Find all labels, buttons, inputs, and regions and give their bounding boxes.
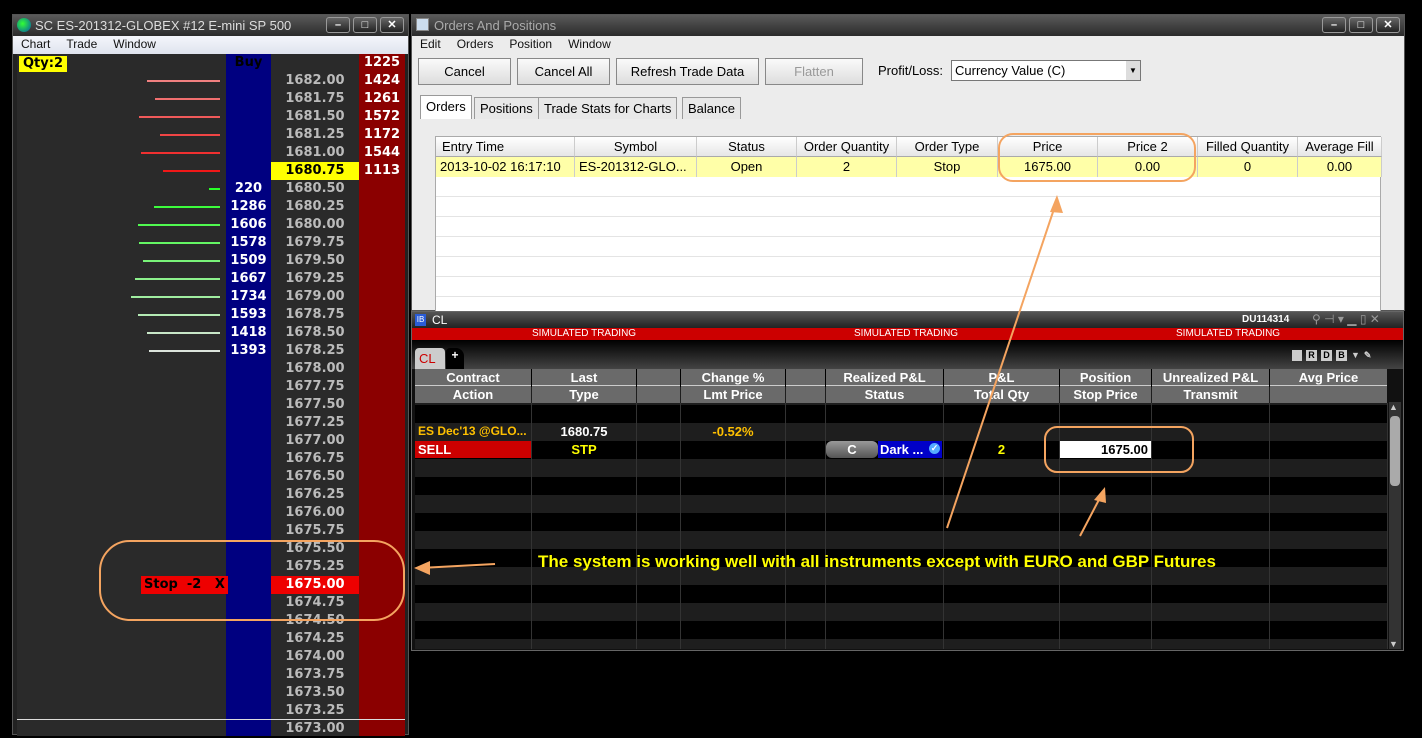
- highlight-ellipse: [99, 540, 405, 621]
- highlight-ellipse: [1044, 426, 1194, 473]
- arrow-line: [946, 199, 1058, 529]
- highlight-ellipse: [998, 133, 1196, 182]
- arrow-line: [419, 563, 496, 569]
- arrow-head: [1094, 487, 1106, 503]
- arrow-head: [414, 561, 430, 575]
- annotation-overlay: [99, 133, 1196, 621]
- arrow-head: [1050, 195, 1063, 213]
